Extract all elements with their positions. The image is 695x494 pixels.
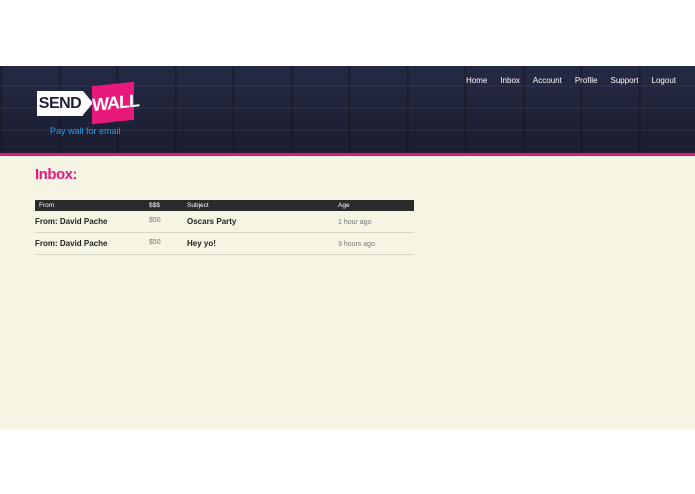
sendwall-logo[interactable]: SEND WALL [37, 81, 139, 125]
logo-send-text: SEND [37, 91, 83, 116]
row-age: 1 hour ago [338, 219, 372, 226]
table-header: From $$$ Subject Age [35, 200, 414, 211]
nav-logout[interactable]: Logout [652, 76, 676, 85]
main-content [0, 156, 695, 429]
column-header-age[interactable]: Age [338, 202, 350, 209]
column-header-subject[interactable]: Subject [187, 202, 209, 209]
row-sender: From: David Pache [35, 239, 108, 248]
row-subject[interactable]: Hey yo! [187, 239, 216, 248]
row-amount: $50 [149, 239, 161, 246]
nav-profile[interactable]: Profile [575, 76, 598, 85]
top-nav: Home Inbox Account Profile Support Logou… [453, 76, 676, 85]
table-row[interactable]: From: David Pache $50 Hey yo! 3 hours ag… [35, 233, 414, 255]
row-subject[interactable]: Oscars Party [187, 217, 236, 226]
row-amount: $50 [149, 217, 161, 224]
row-sender: From: David Pache [35, 217, 108, 226]
nav-account[interactable]: Account [533, 76, 562, 85]
nav-support[interactable]: Support [611, 76, 639, 85]
page-title: Inbox: [35, 166, 78, 183]
inbox-table: From $$$ Subject Age From: David Pache $… [35, 200, 414, 255]
row-age: 3 hours ago [338, 241, 375, 248]
column-header-from[interactable]: From [39, 202, 54, 209]
nav-home[interactable]: Home [466, 76, 487, 85]
logo-wall-text: WALL [92, 81, 139, 125]
nav-inbox[interactable]: Inbox [500, 76, 520, 85]
tagline: Pay wall for email [50, 126, 121, 136]
table-row[interactable]: From: David Pache $50 Oscars Party 1 hou… [35, 211, 414, 233]
column-header-amount[interactable]: $$$ [149, 202, 160, 209]
